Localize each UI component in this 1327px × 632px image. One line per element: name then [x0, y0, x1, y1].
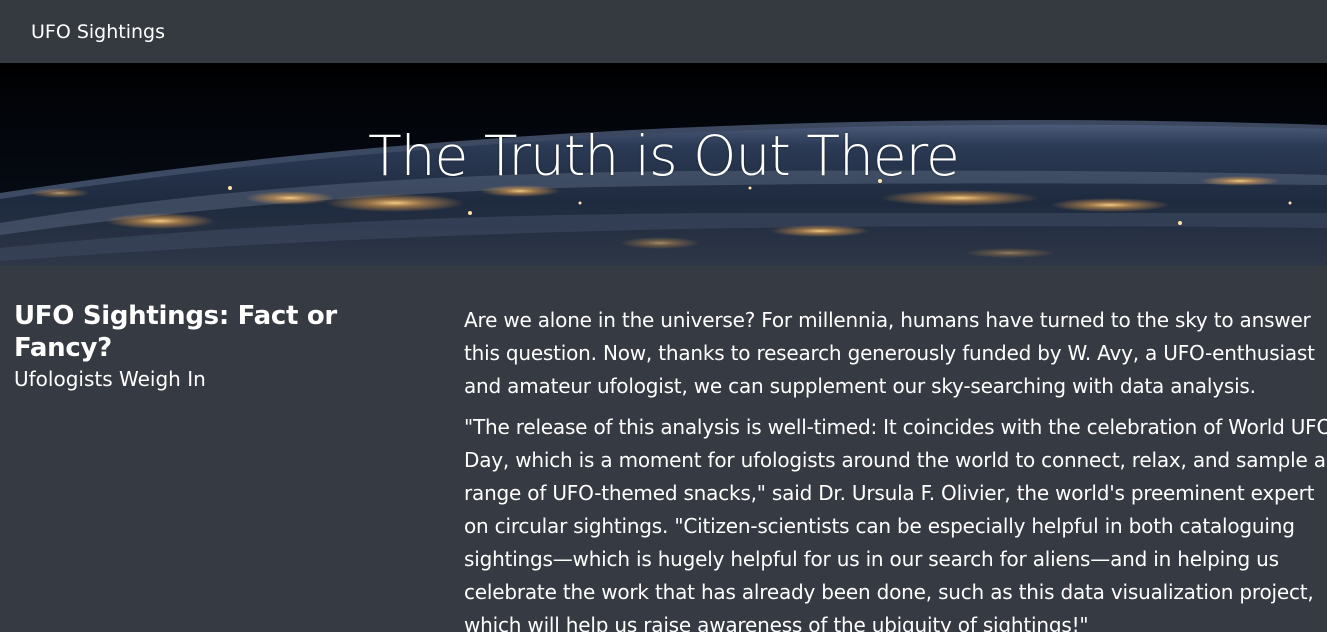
hero-title: The Truth is Out There — [368, 124, 960, 188]
article-subtitle: Ufologists Weigh In — [14, 367, 206, 391]
article-section: UFO Sightings: Fact or Fancy? Ufologists… — [0, 266, 1327, 632]
hero-banner: The Truth is Out There — [0, 63, 1327, 266]
article-paragraph: Are we alone in the universe? For millen… — [464, 308, 1315, 398]
article-heading-column: UFO Sightings: Fact or Fancy? Ufologists… — [14, 300, 434, 392]
top-navbar: UFO Sightings — [0, 0, 1327, 63]
article-title: UFO Sightings: Fact or Fancy? — [14, 301, 337, 363]
article-body: Are we alone in the universe? For millen… — [464, 304, 1327, 632]
navbar-brand-link[interactable]: UFO Sightings — [31, 21, 165, 43]
article-paragraph: "The release of this analysis is well-ti… — [464, 415, 1327, 632]
